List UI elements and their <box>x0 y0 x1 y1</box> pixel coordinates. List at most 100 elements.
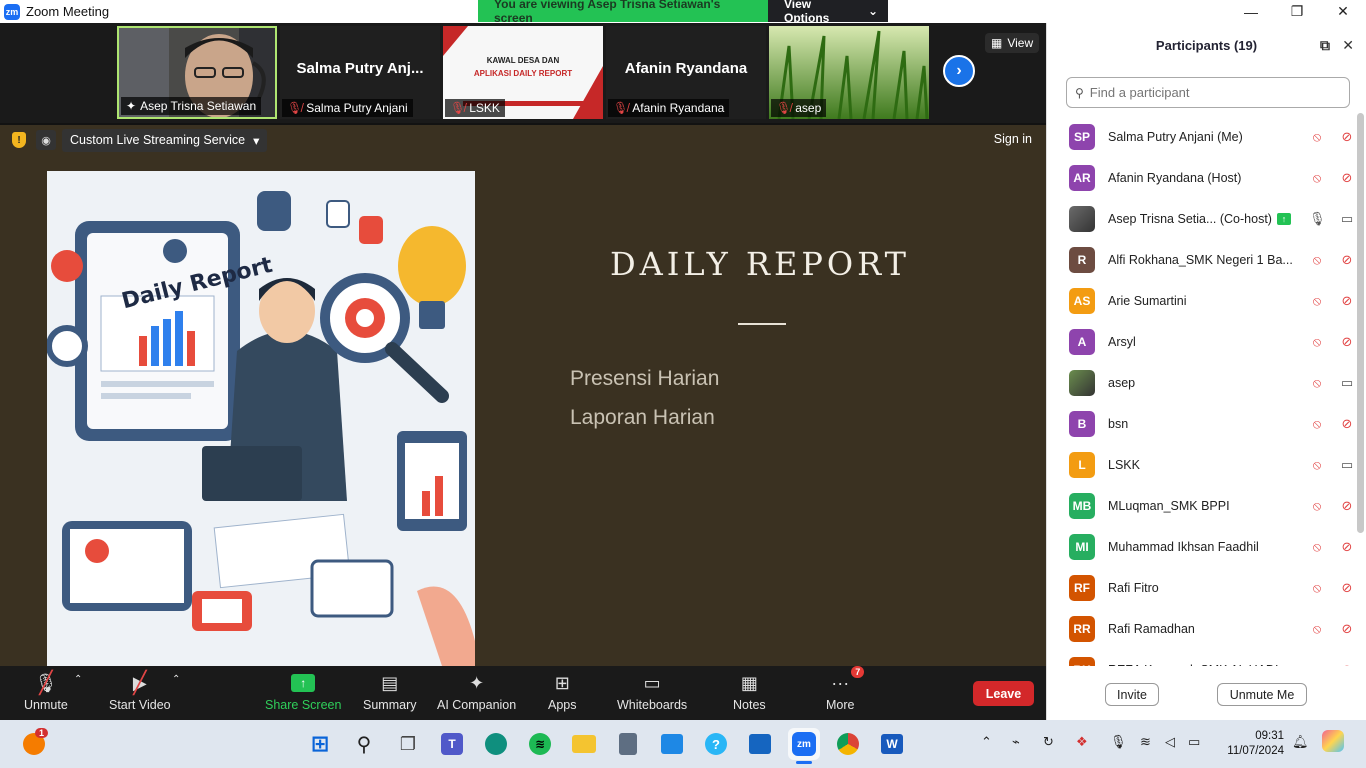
notes-button[interactable]: ▦ Notes <box>733 672 766 713</box>
video-off-icon[interactable]: ⊘ <box>1339 293 1355 309</box>
ai-companion-button[interactable]: ✦ AI Companion <box>437 672 516 713</box>
unmute-me-button[interactable]: Unmute Me <box>1217 683 1307 706</box>
video-on-icon[interactable]: ▭ <box>1339 457 1355 473</box>
video-tile-salma[interactable]: Salma Putry Anj... 🎙︎̸ Salma Putry Anjan… <box>280 26 440 119</box>
participant-row[interactable]: MB MLuqman_SMK BPPI ⦸ ⊘ <box>1047 485 1359 526</box>
participant-row[interactable]: Bbsn ⦸ ⊘ <box>1047 403 1359 444</box>
participant-row[interactable]: L LSKK ⦸ ▭ <box>1047 444 1359 485</box>
apps-button[interactable]: ⊞ Apps <box>548 672 577 713</box>
mic-off-icon[interactable]: ⦸ <box>1309 293 1325 309</box>
video-off-icon[interactable]: ⊘ <box>1339 580 1355 596</box>
video-tile-lskk[interactable]: KAWAL DESA DAN APLIKASI DAILY REPORT 🎙︎̸… <box>443 26 603 119</box>
video-off-icon[interactable]: ⊘ <box>1339 539 1355 555</box>
network-off-icon[interactable]: ⌁ <box>1012 734 1020 750</box>
mic-off-icon[interactable]: ⦸ <box>1309 416 1325 432</box>
video-off-icon[interactable]: ⊘ <box>1339 334 1355 350</box>
wifi-icon[interactable]: ≋ <box>1140 734 1151 750</box>
close-icon[interactable]: ✕ <box>1342 37 1354 54</box>
task-view-icon[interactable]: ❐ <box>392 728 424 760</box>
help-icon[interactable]: ? <box>700 728 732 760</box>
mic-off-icon[interactable]: ⦸ <box>1309 129 1325 145</box>
live-stream-icon[interactable]: ◉ <box>36 130 56 150</box>
mic-off-icon[interactable]: ⦸ <box>1309 457 1325 473</box>
show-hidden-icons-icon[interactable]: ⌃ <box>981 734 992 750</box>
video-on-icon[interactable]: ▭ <box>1339 375 1355 391</box>
notifications-bell-icon[interactable]: 🔔︎ <box>1292 734 1309 750</box>
spotify-icon[interactable]: ≋ <box>524 728 556 760</box>
zoom-taskbar-icon[interactable]: zm <box>788 728 820 764</box>
participant-scrollbar[interactable] <box>1357 113 1364 533</box>
close-window-icon[interactable]: ✕ <box>1320 0 1366 23</box>
volume-icon[interactable]: ◁ <box>1165 734 1175 750</box>
audio-options-caret[interactable]: ⌃ <box>74 674 82 685</box>
summary-button[interactable]: ▤ Summary <box>363 672 416 713</box>
edge-icon[interactable] <box>480 728 512 760</box>
participant-row[interactable]: SP Salma Putry Anjani (Me) ⦸ ⊘ <box>1047 116 1359 157</box>
mic-off-icon[interactable]: ⦸ <box>1309 580 1325 596</box>
share-screen-button[interactable]: ↑ Share Screen <box>265 672 341 712</box>
teams-icon[interactable]: T <box>436 728 468 760</box>
minimize-icon[interactable]: — <box>1228 0 1274 23</box>
participant-row[interactable]: MI Muhammad Ikhsan Faadhil ⦸ ⊘ <box>1047 526 1359 567</box>
pop-out-icon[interactable]: ⧉ <box>1320 37 1330 54</box>
news-icon[interactable] <box>744 728 776 760</box>
mic-off-icon[interactable]: ⦸ <box>1309 375 1325 391</box>
video-tile-asep[interactable]: ✦ Asep Trisna Setiawan <box>117 26 277 119</box>
sign-in-link[interactable]: Sign in <box>994 132 1032 146</box>
video-off-icon[interactable]: ⊘ <box>1339 129 1355 145</box>
video-off-icon[interactable]: ⊘ <box>1339 498 1355 514</box>
stream-service-dropdown[interactable]: Custom Live Streaming Service ▾ <box>62 128 268 152</box>
participant-row[interactable]: R Alfi Rokhana_SMK Negeri 1 Ba... ⦸ ⊘ <box>1047 239 1359 280</box>
microphone-tray-icon[interactable]: 🎙︎ <box>1110 734 1127 750</box>
restore-icon[interactable]: ❐ <box>1274 0 1320 23</box>
view-options-button[interactable]: View Options ⌄ <box>768 0 888 25</box>
shield-icon[interactable]: ! <box>12 132 26 148</box>
invite-button[interactable]: Invite <box>1105 683 1159 706</box>
start-video-button[interactable]: ▶︎ ╱ Start Video <box>109 670 171 712</box>
start-icon[interactable]: ⊞ <box>304 728 336 760</box>
dropbox-icon[interactable]: ❖ <box>1076 734 1088 750</box>
participant-row[interactable]: RR Rafi Ramadhan ⦸ ⊘ <box>1047 608 1359 649</box>
video-off-icon[interactable]: ⊘ <box>1339 252 1355 268</box>
store-icon[interactable] <box>656 728 688 760</box>
mic-off-icon[interactable]: ⦸ <box>1309 539 1325 555</box>
mic-on-icon[interactable]: 🎙︎ <box>1309 211 1326 227</box>
next-page-button[interactable]: › <box>943 55 975 87</box>
participant-row[interactable]: RK REZA Kusumah SMK AL HADI ⦸ ⊘ <box>1047 649 1359 666</box>
leave-button[interactable]: Leave <box>973 681 1034 706</box>
chrome-icon[interactable] <box>832 728 864 760</box>
battery-icon[interactable]: ▭ <box>1188 734 1200 750</box>
mic-off-icon[interactable]: ⦸ <box>1309 662 1325 667</box>
video-on-icon[interactable]: ▭ <box>1339 211 1355 227</box>
search-input[interactable] <box>1089 85 1340 100</box>
video-off-icon[interactable]: ⊘ <box>1339 621 1355 637</box>
search-taskbar-icon[interactable]: ⚲ <box>348 728 380 760</box>
file-explorer-icon[interactable] <box>568 728 600 760</box>
mic-off-icon[interactable]: ⦸ <box>1309 621 1325 637</box>
sync-icon[interactable]: ↻ <box>1043 734 1054 750</box>
calculator-icon[interactable] <box>612 728 644 760</box>
more-button[interactable]: ··· 7 More <box>826 666 865 712</box>
mic-off-icon[interactable]: ⦸ <box>1309 170 1325 186</box>
word-icon[interactable]: W <box>876 728 908 760</box>
video-off-icon[interactable]: ⊘ <box>1339 170 1355 186</box>
participant-row[interactable]: Asep Trisna Setia... (Co-host) ↑ 🎙︎ ▭ <box>1047 198 1359 239</box>
mic-off-icon[interactable]: ⦸ <box>1309 498 1325 514</box>
video-tile-afanin[interactable]: Afanin Ryandana 🎙︎̸ Afanin Ryandana <box>606 26 766 119</box>
clock[interactable]: 09:31 11/07/2024 <box>1220 729 1284 759</box>
video-options-caret[interactable]: ⌃ <box>172 674 180 685</box>
view-button[interactable]: ▦ View <box>985 33 1040 53</box>
unmute-button[interactable]: 🎙︎ ╱ Unmute <box>24 670 68 712</box>
participant-row[interactable]: AS Arie Sumartini ⦸ ⊘ <box>1047 280 1359 321</box>
participant-search[interactable]: ⚲ <box>1066 77 1350 108</box>
whiteboards-button[interactable]: ▭ Whiteboards <box>617 672 687 713</box>
video-off-icon[interactable]: ⊘ <box>1339 662 1355 667</box>
participant-row[interactable]: asep ⦸ ▭ <box>1047 362 1359 403</box>
widgets-icon[interactable]: 1 <box>18 728 50 760</box>
participant-row[interactable]: AR Afanin Ryandana (Host) ⦸ ⊘ <box>1047 157 1359 198</box>
participant-row[interactable]: RF Rafi Fitro ⦸ ⊘ <box>1047 567 1359 608</box>
video-off-icon[interactable]: ⊘ <box>1339 416 1355 432</box>
mic-off-icon[interactable]: ⦸ <box>1309 334 1325 350</box>
copilot-icon[interactable] <box>1322 730 1344 752</box>
video-tile-asep-grass[interactable]: 🎙︎̸ asep <box>769 26 929 119</box>
